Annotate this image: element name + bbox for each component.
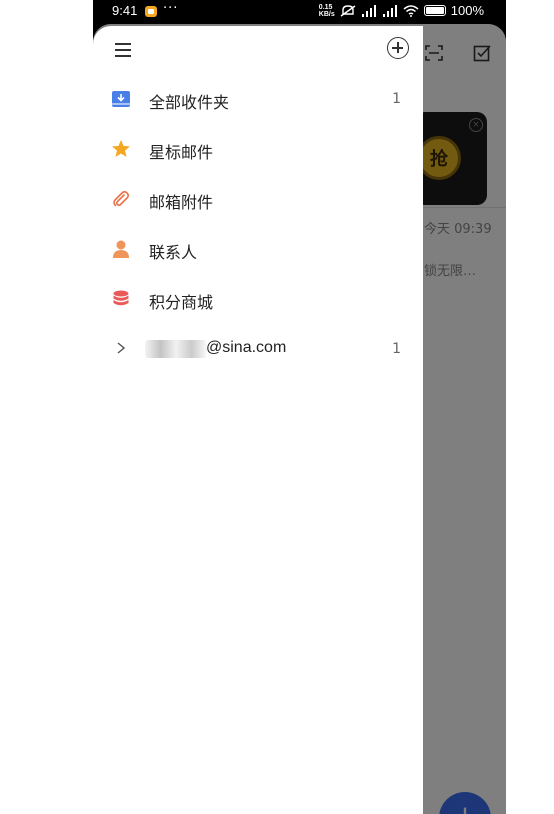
inbox-download-icon (112, 91, 130, 107)
status-indicators: 0.15 KB/s 100% (319, 3, 484, 18)
unread-count: 1 (392, 341, 401, 357)
more-notifications-icon: ··· (163, 1, 179, 16)
network-speed: 0.15 KB/s (319, 4, 335, 18)
network-speed-unit: KB/s (318, 10, 335, 18)
add-account-button[interactable] (387, 37, 409, 59)
signal-2-icon (382, 4, 398, 17)
status-time: 9:41 (112, 3, 138, 18)
redacted-account-name (145, 340, 207, 358)
drawer-item-points-mall[interactable]: 积分商城 (93, 276, 423, 322)
drawer-item-all-inbox[interactable]: 全部收件夹 1 (93, 76, 423, 122)
star-icon (112, 140, 130, 157)
wifi-icon (403, 4, 419, 17)
phone-screen: 9:41 ··· 0.15 KB/s 100% 全部收件夹 1 星标邮件 邮箱附… (93, 0, 506, 814)
drawer-item-label: 积分商城 (149, 293, 214, 312)
drawer-item-contacts[interactable]: 联系人 (93, 226, 423, 272)
drawer-item-label: 星标邮件 (149, 143, 214, 162)
network-speed-value: 0.15 (318, 3, 333, 11)
battery-percent: 100% (450, 3, 484, 18)
signal-1-icon (361, 4, 377, 17)
battery-icon (423, 5, 446, 16)
coins-stack-icon (113, 290, 129, 306)
menu-icon[interactable] (113, 40, 133, 58)
mute-icon (340, 4, 356, 17)
paperclip-icon (113, 190, 130, 207)
drawer-item-label: 联系人 (149, 243, 198, 262)
app-notification-icon (145, 6, 157, 17)
person-icon (113, 240, 129, 258)
account-email: @sina.com (206, 339, 287, 356)
unread-count: 1 (392, 91, 401, 107)
account-row[interactable]: @sina.com 1 (93, 326, 423, 372)
chevron-right-icon (117, 342, 125, 354)
drawer-item-starred[interactable]: 星标邮件 (93, 126, 423, 172)
drawer-item-label: 全部收件夹 (149, 93, 230, 112)
status-bar: 9:41 ··· 0.15 KB/s 100% (93, 0, 506, 24)
drawer-item-label: 邮箱附件 (149, 193, 214, 212)
navigation-drawer: 全部收件夹 1 星标邮件 邮箱附件 联系人 积分商城 @sina.com 1 (93, 26, 423, 814)
drawer-item-attachments[interactable]: 邮箱附件 (93, 176, 423, 222)
